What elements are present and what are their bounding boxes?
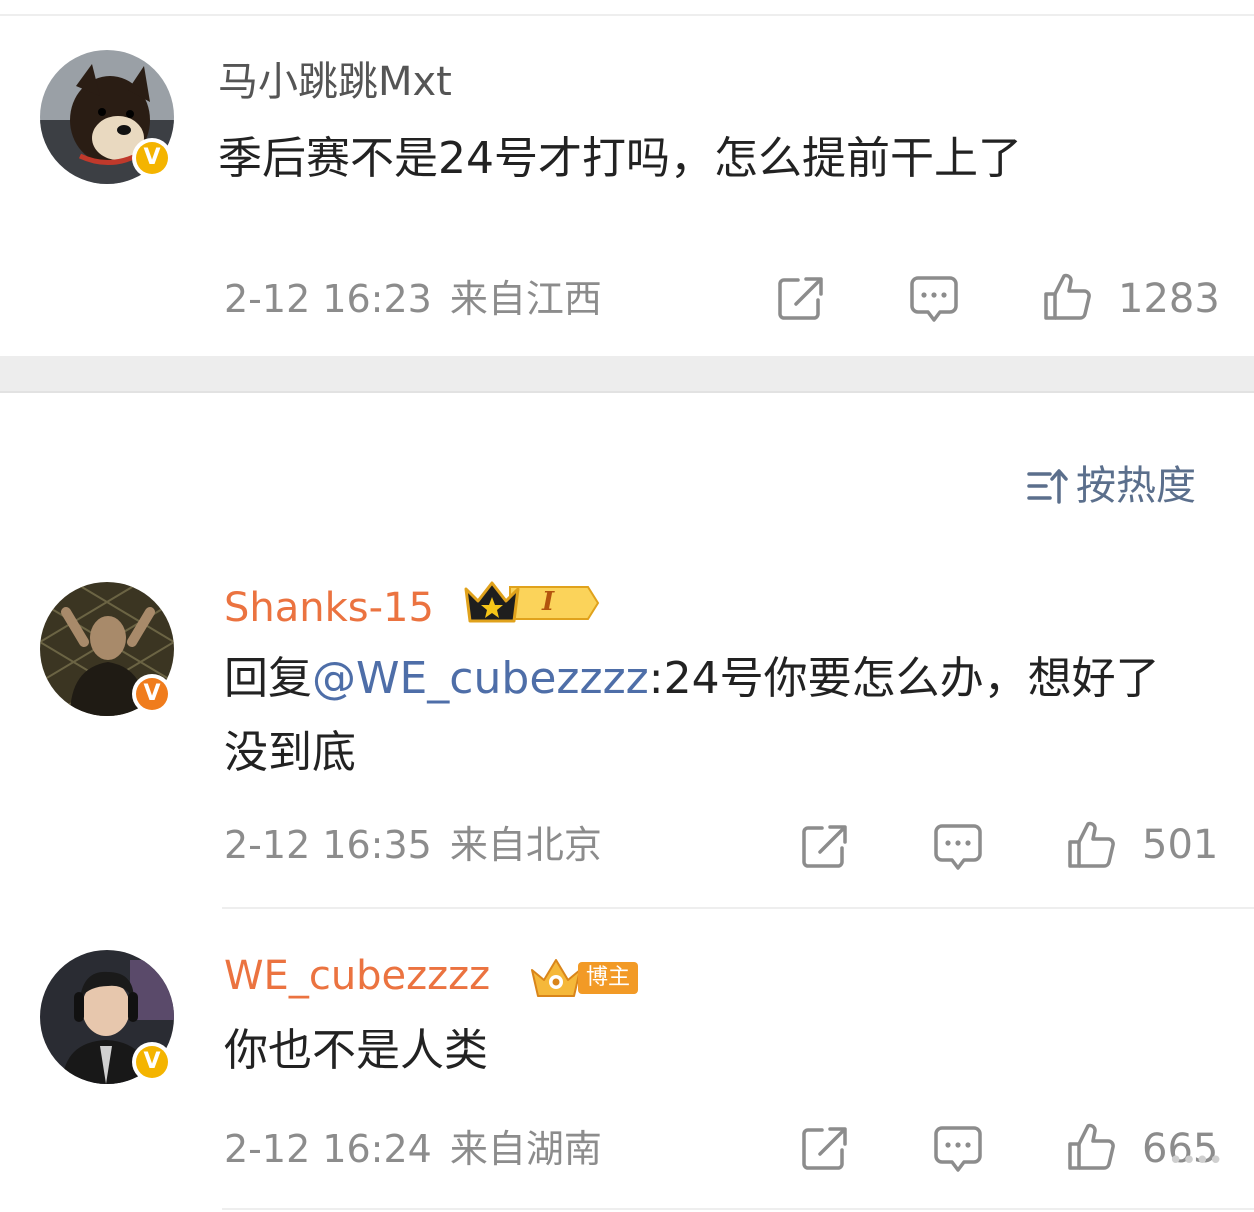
like-count: 501 xyxy=(1142,822,1219,868)
like-icon[interactable] xyxy=(1066,1122,1116,1172)
crown-rank-label: I xyxy=(542,587,555,617)
watermark-mark: •••• xyxy=(1168,1146,1223,1176)
share-icon[interactable] xyxy=(776,274,826,322)
comment-time: 2-12 16:23 xyxy=(224,277,432,321)
verified-badge-label: V xyxy=(136,1046,168,1078)
crown-rank-badge: I xyxy=(462,577,600,633)
reply-time: 2-12 16:35 xyxy=(224,823,432,867)
verified-badge-label: V xyxy=(136,678,168,710)
crown-icon xyxy=(464,581,600,623)
blogger-badge: 博主 xyxy=(528,956,639,1000)
comment-meta: 2-12 16:23 来自江西 xyxy=(224,276,602,322)
comment-text: 季后赛不是24号才打吗，怎么提前干上了 xyxy=(218,133,1022,184)
comment-username[interactable]: 马小跳跳Mxt xyxy=(218,58,452,106)
comment-icon[interactable] xyxy=(932,822,984,872)
reply-divider xyxy=(222,907,1254,909)
reply-meta: 2-12 16:24 来自湖南 xyxy=(224,1126,602,1172)
comment-icon[interactable] xyxy=(908,274,960,324)
like-icon[interactable] xyxy=(1066,820,1116,870)
reply-username[interactable]: WE_cubezzzz xyxy=(224,952,490,1000)
reply-time: 2-12 16:24 xyxy=(224,1127,432,1171)
like-icon[interactable] xyxy=(1042,272,1092,322)
sort-icon xyxy=(1027,469,1068,504)
sort-by-hot-button[interactable]: 按热度 xyxy=(1026,462,1196,510)
like-count: 1283 xyxy=(1118,276,1220,322)
comment-icon[interactable] xyxy=(932,1124,984,1174)
share-icon[interactable] xyxy=(800,1124,850,1172)
reply-text: 你也不是人类 xyxy=(224,1025,488,1076)
share-icon[interactable] xyxy=(800,822,850,870)
reply-prefix: 回复 xyxy=(224,653,312,704)
reply-divider xyxy=(222,1208,1254,1210)
verified-badge-label: V xyxy=(136,142,168,174)
comment-location: 来自江西 xyxy=(449,277,602,321)
section-separator-edge xyxy=(0,391,1254,393)
crown-icon xyxy=(531,959,581,997)
reply-text: 回复@WE_cubezzzz:24号你要怎么办，想好了没到底 xyxy=(224,642,1174,790)
verified-badge: V xyxy=(132,138,172,178)
reply-meta: 2-12 16:35 来自北京 xyxy=(224,822,602,868)
reply-location: 来自北京 xyxy=(449,823,602,867)
verified-badge: V xyxy=(132,674,172,714)
mention-link[interactable]: @WE_cubezzzz xyxy=(312,653,649,704)
sort-label: 按热度 xyxy=(1076,463,1196,509)
blogger-tag: 博主 xyxy=(578,962,639,994)
reply-username[interactable]: Shanks-15 xyxy=(224,584,434,632)
top-divider xyxy=(0,14,1254,16)
verified-badge: V xyxy=(132,1042,172,1082)
reply-location: 来自湖南 xyxy=(449,1127,602,1171)
section-separator xyxy=(0,356,1254,392)
